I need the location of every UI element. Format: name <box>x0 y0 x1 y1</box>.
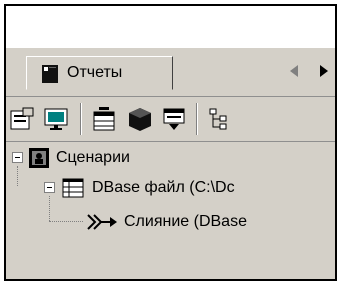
properties-icon[interactable] <box>8 106 36 132</box>
toolbar-separator <box>196 103 198 135</box>
tab-label: Отчеты <box>67 64 123 81</box>
toolbar <box>6 97 335 142</box>
report-panel: Отчеты Сценарии DBase файл (C:\Dc Слияни… <box>4 4 337 281</box>
grid-table-icon <box>62 178 84 198</box>
toolbar-separator <box>80 103 82 135</box>
merge-arrow-icon <box>87 214 117 230</box>
tree-connector <box>17 166 18 186</box>
tab-bar: Отчеты <box>6 48 335 97</box>
tree-node-label: Сценарии <box>56 149 130 166</box>
preview-monitor-icon[interactable] <box>42 106 70 132</box>
tree-structure-icon[interactable] <box>206 106 234 132</box>
tree-connector <box>49 221 83 222</box>
collapse-toggle[interactable] <box>44 182 55 193</box>
tree-node-label: DBase файл (C:\Dc <box>92 179 235 196</box>
report-book-icon <box>42 65 58 83</box>
table-icon[interactable] <box>90 106 118 132</box>
scenario-tree: Сценарии DBase файл (C:\Dc Слияние (DBas… <box>6 142 335 279</box>
report-export-icon[interactable] <box>160 106 188 132</box>
title-area <box>6 6 335 49</box>
cube-icon[interactable] <box>126 106 154 132</box>
scenario-icon <box>29 148 49 168</box>
scroll-left-icon[interactable] <box>288 64 300 78</box>
tree-connector <box>49 196 50 221</box>
tree-node-label: Слияние (DBase <box>124 213 247 230</box>
tab-reports[interactable]: Отчеты <box>26 56 173 90</box>
scroll-right-icon[interactable] <box>318 64 330 78</box>
collapse-toggle[interactable] <box>12 152 23 163</box>
